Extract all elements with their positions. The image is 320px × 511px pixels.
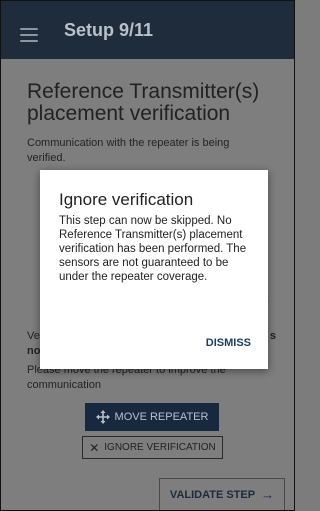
move-arrows-icon — [95, 410, 110, 424]
close-icon: ✕ — [89, 440, 100, 455]
ignore-verification-label: IGNORE VERIFICATION — [104, 442, 216, 453]
dismiss-button[interactable]: DISMISS — [206, 337, 251, 349]
appbar-title: Setup 9/11 — [64, 20, 154, 40]
warning-fragment: no — [27, 345, 41, 357]
dialog-body: This step can now be skipped. No Referen… — [59, 215, 247, 283]
page-description: Communication with the repeater is being… — [27, 137, 230, 164]
dialog-title: Ignore verification — [59, 190, 194, 209]
app-bar: Setup 9/11 — [1, 1, 294, 59]
validate-step-label: VALIDATE STEP — [169, 488, 256, 501]
validate-step-button[interactable]: VALIDATE STEP → — [159, 478, 285, 510]
warning-fragment: Ve — [27, 330, 40, 342]
ignore-verification-button[interactable]: ✕ IGNORE VERIFICATION — [82, 436, 223, 459]
move-repeater-label: MOVE REPEATER — [114, 411, 209, 423]
ignore-verification-dialog: Ignore verification This step can now be… — [40, 170, 268, 369]
warning-fragment: s — [269, 330, 276, 342]
page-title: Reference Transmitter(s) placement verif… — [27, 80, 260, 125]
move-repeater-button[interactable]: MOVE REPEATER — [85, 403, 219, 431]
arrow-right-icon: → — [261, 487, 275, 502]
app-screen: Setup 9/11 Reference Transmitter(s) plac… — [0, 0, 295, 511]
hamburger-menu-icon[interactable] — [20, 28, 40, 42]
